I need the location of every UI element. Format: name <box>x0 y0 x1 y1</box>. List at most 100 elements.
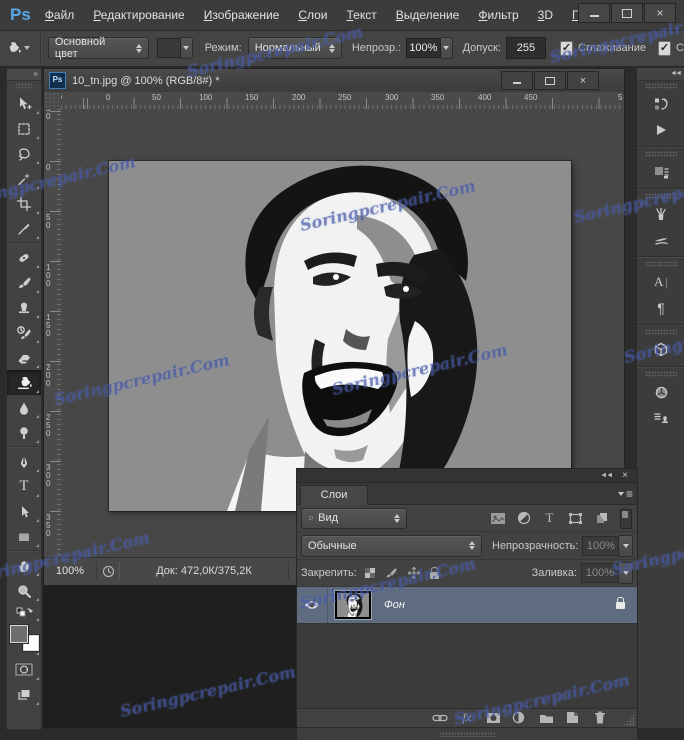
zoom-level[interactable]: 100% <box>44 565 96 577</box>
app-close-button[interactable]: × <box>644 3 676 23</box>
document-size-info[interactable]: Док: 472,0К/375,2К <box>120 562 289 580</box>
status-scrub-button[interactable] <box>96 562 120 580</box>
tab-layers[interactable]: Слои <box>300 485 368 505</box>
styles-panel-icon[interactable] <box>637 379 684 405</box>
clone-source-panel-icon[interactable] <box>637 405 684 431</box>
opacity-dropdown-button[interactable] <box>440 37 453 59</box>
menu-type[interactable]: Текст <box>347 8 377 22</box>
ruler-corner[interactable] <box>44 92 62 110</box>
panel-collapse-icon[interactable]: ◄◄ <box>600 472 613 479</box>
antialias-checkbox[interactable]: ✓ <box>559 40 574 56</box>
contiguous-checkbox[interactable]: ✓ <box>657 40 672 56</box>
new-layer-button[interactable] <box>562 710 582 725</box>
fill-caret-button[interactable] <box>619 562 633 584</box>
tool-preset-picker[interactable] <box>0 39 34 57</box>
layer-styles-button[interactable]: fx <box>457 710 477 725</box>
dock-grip[interactable] <box>645 329 677 335</box>
tool-path-selection[interactable] <box>7 499 41 524</box>
menu-file[interactable]: Файл <box>45 8 75 22</box>
tool-crop[interactable] <box>7 191 41 216</box>
tool-shape[interactable] <box>7 524 41 549</box>
doc-close-button[interactable]: × <box>567 71 599 90</box>
pattern-swatch[interactable] <box>156 38 181 58</box>
document-title-bar[interactable]: Ps 10_tn.jpg @ 100% (RGB/8#) * × <box>44 69 624 93</box>
fill-source-select[interactable]: Основной цвет <box>47 36 149 60</box>
delete-layer-button[interactable] <box>590 710 610 725</box>
layer-visibility-toggle[interactable] <box>297 587 328 623</box>
history-panel-icon[interactable] <box>637 91 684 117</box>
app-maximize-button[interactable] <box>611 3 643 23</box>
dock-collapse-button[interactable]: ◄◄ <box>637 68 684 81</box>
swap-colors-control[interactable] <box>7 603 41 623</box>
screen-mode-button[interactable] <box>7 682 41 707</box>
menu-layers[interactable]: Слои <box>298 8 327 22</box>
tools-grip[interactable] <box>15 83 33 89</box>
actions-panel-icon[interactable] <box>637 117 684 143</box>
layers-list-empty-area[interactable] <box>297 624 637 708</box>
character-panel-icon[interactable]: A | <box>637 269 684 295</box>
dock-grip[interactable] <box>645 83 677 89</box>
menu-image[interactable]: Изображение <box>204 8 280 22</box>
opacity-caret-button[interactable] <box>619 534 633 557</box>
quick-mask-button[interactable] <box>7 657 41 682</box>
tool-marquee[interactable] <box>7 116 41 141</box>
tool-eraser[interactable] <box>7 345 41 370</box>
tool-zoom[interactable] <box>7 578 41 603</box>
canvas-image[interactable] <box>108 160 572 512</box>
tool-healing-brush[interactable] <box>7 245 41 270</box>
lock-position-icon[interactable] <box>407 566 421 580</box>
tool-magic-wand[interactable] <box>7 166 41 191</box>
filter-type-layers-icon[interactable]: T <box>541 510 558 526</box>
lock-pixels-icon[interactable] <box>384 566 398 580</box>
layer-fill-value[interactable]: 100% <box>581 563 619 583</box>
tool-lasso[interactable] <box>7 141 41 166</box>
add-adjustment-layer-button[interactable] <box>508 710 528 725</box>
brush-presets-panel-icon[interactable] <box>637 227 684 253</box>
filter-adjustment-layers-icon[interactable] <box>515 511 532 526</box>
tool-dodge[interactable] <box>7 420 41 445</box>
tool-hand[interactable] <box>7 553 41 578</box>
link-layers-button[interactable] <box>430 710 450 725</box>
opacity-value[interactable]: 100% <box>406 38 441 58</box>
dock-grip[interactable] <box>645 261 677 267</box>
doc-minimize-button[interactable] <box>501 71 533 90</box>
layer-row-background[interactable]: Фон <box>297 587 637 624</box>
new-group-button[interactable] <box>536 710 556 725</box>
tolerance-input[interactable] <box>505 37 546 59</box>
layer-name[interactable]: Фон <box>384 599 405 611</box>
dock-grip[interactable] <box>645 371 677 377</box>
panel-menu-button[interactable]: ≡ <box>617 487 633 501</box>
horizontal-ruler[interactable]: 50 0 50 100 150 200 250 300 350 400 450 … <box>61 92 623 110</box>
layer-comps-panel-icon[interactable] <box>637 159 684 185</box>
filter-pixel-layers-icon[interactable] <box>489 511 506 526</box>
pattern-picker-button[interactable] <box>180 37 193 59</box>
menu-filter[interactable]: Фильтр <box>478 8 518 22</box>
tool-clone-stamp[interactable] <box>7 295 41 320</box>
layer-thumbnail[interactable] <box>334 590 372 620</box>
vertical-ruler[interactable]: 50 0 50 100 150 200 250 300 350 <box>44 109 62 557</box>
tool-move[interactable] <box>7 91 41 116</box>
tool-type[interactable]: T <box>7 474 41 499</box>
lock-all-icon[interactable] <box>429 566 439 579</box>
tool-pen[interactable] <box>7 449 41 474</box>
filter-toggle-switch[interactable] <box>620 509 632 529</box>
menu-3d[interactable]: 3D <box>538 8 553 22</box>
panel-close-icon[interactable]: × <box>622 470 628 481</box>
panel-resize-grip[interactable] <box>623 714 635 726</box>
foreground-color-swatch[interactable] <box>9 624 29 644</box>
layers-panel-titlebar[interactable]: ◄◄ × <box>297 469 637 483</box>
tool-blur[interactable] <box>7 395 41 420</box>
tool-brush[interactable] <box>7 270 41 295</box>
tool-paint-bucket[interactable] <box>7 370 41 395</box>
tool-history-brush[interactable] <box>7 320 41 345</box>
app-minimize-button[interactable] <box>578 3 610 23</box>
doc-maximize-button[interactable] <box>534 71 566 90</box>
lock-transparency-icon[interactable] <box>364 568 375 578</box>
filter-shape-layers-icon[interactable] <box>567 511 584 526</box>
filter-smart-objects-icon[interactable] <box>593 511 610 526</box>
dock-grip[interactable] <box>645 151 677 157</box>
filter-kind-select[interactable]: ⌕ Вид <box>301 507 407 529</box>
tool-eyedropper[interactable] <box>7 216 41 241</box>
blend-mode-select[interactable]: Обычные <box>301 534 482 557</box>
3d-panel-icon[interactable] <box>637 337 684 363</box>
